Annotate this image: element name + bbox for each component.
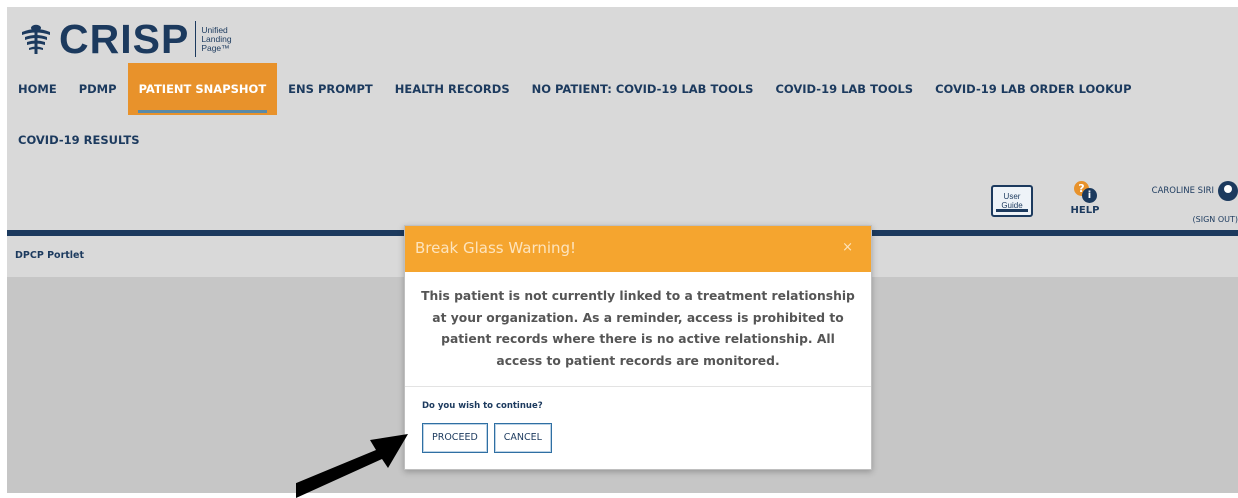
- portlet-title: DPCP Portlet: [15, 250, 85, 261]
- user-profile[interactable]: CAROLINE SIRI: [1128, 181, 1238, 201]
- modal-footer: Do you wish to continue? PROCEED CANCEL: [405, 386, 871, 468]
- modal-header: Break Glass Warning! ×: [405, 226, 871, 272]
- help-label: HELP: [1070, 205, 1100, 216]
- sign-out-link[interactable]: (SIGN OUT): [1128, 215, 1238, 224]
- user-guide-button[interactable]: User Guide: [991, 185, 1033, 217]
- avatar-icon: [1218, 181, 1238, 201]
- nav-pdmp[interactable]: PDMP: [68, 63, 128, 115]
- nav-health-records[interactable]: HEALTH RECORDS: [384, 63, 521, 115]
- help-button[interactable]: ? i HELP: [1062, 181, 1108, 216]
- user-name: CAROLINE SIRI: [1151, 186, 1214, 196]
- crisp-logo[interactable]: CRISP Unified Landing Page™: [19, 17, 232, 61]
- nav-ens-prompt[interactable]: ENS PROMPT: [277, 63, 384, 115]
- tagline-line: Page™: [201, 42, 230, 53]
- nav-patient-snapshot[interactable]: PATIENT SNAPSHOT: [127, 63, 278, 115]
- continue-question: Do you wish to continue?: [422, 401, 543, 411]
- app-frame: CRISP Unified Landing Page™ HOME PDMP PA…: [7, 7, 1238, 493]
- logo-tagline: Unified Landing Page™: [201, 25, 231, 53]
- modal-message: This patient is not currently linked to …: [421, 289, 855, 368]
- cancel-button[interactable]: CANCEL: [493, 423, 552, 453]
- user-menu: CAROLINE SIRI (SIGN OUT): [1128, 181, 1238, 224]
- nav-no-patient-covid-lab-tools[interactable]: NO PATIENT: COVID-19 LAB TOOLS: [521, 63, 765, 115]
- main-nav: HOME PDMP PATIENT SNAPSHOT ENS PROMPT HE…: [7, 63, 1143, 115]
- user-guide-label: Guide: [1001, 201, 1023, 210]
- break-glass-modal: Break Glass Warning! × This patient is n…: [404, 225, 872, 470]
- nav-covid-results[interactable]: COVID-19 RESULTS: [7, 114, 151, 166]
- pointer-arrow-icon: [296, 434, 408, 498]
- logo-divider: [195, 21, 197, 57]
- crisp-caduceus-icon: [22, 24, 50, 54]
- modal-actions: PROCEED CANCEL: [422, 423, 871, 453]
- proceed-button[interactable]: PROCEED: [422, 423, 488, 453]
- brand-name: CRISP: [59, 16, 190, 62]
- close-icon[interactable]: ×: [842, 240, 853, 255]
- nav-home[interactable]: HOME: [7, 63, 68, 115]
- user-guide-icon: User: [1003, 192, 1021, 201]
- help-icon: ? i: [1072, 181, 1098, 203]
- main-nav-row2: COVID-19 RESULTS: [7, 125, 151, 155]
- info-icon: i: [1082, 188, 1097, 203]
- nav-covid-lab-tools[interactable]: COVID-19 LAB TOOLS: [764, 63, 924, 115]
- modal-title: Break Glass Warning!: [415, 239, 577, 257]
- utility-bar: User Guide ? i HELP CAROLINE SIRI (SIGN …: [978, 171, 1238, 231]
- nav-covid-lab-order-lookup[interactable]: COVID-19 LAB ORDER LOOKUP: [924, 63, 1142, 115]
